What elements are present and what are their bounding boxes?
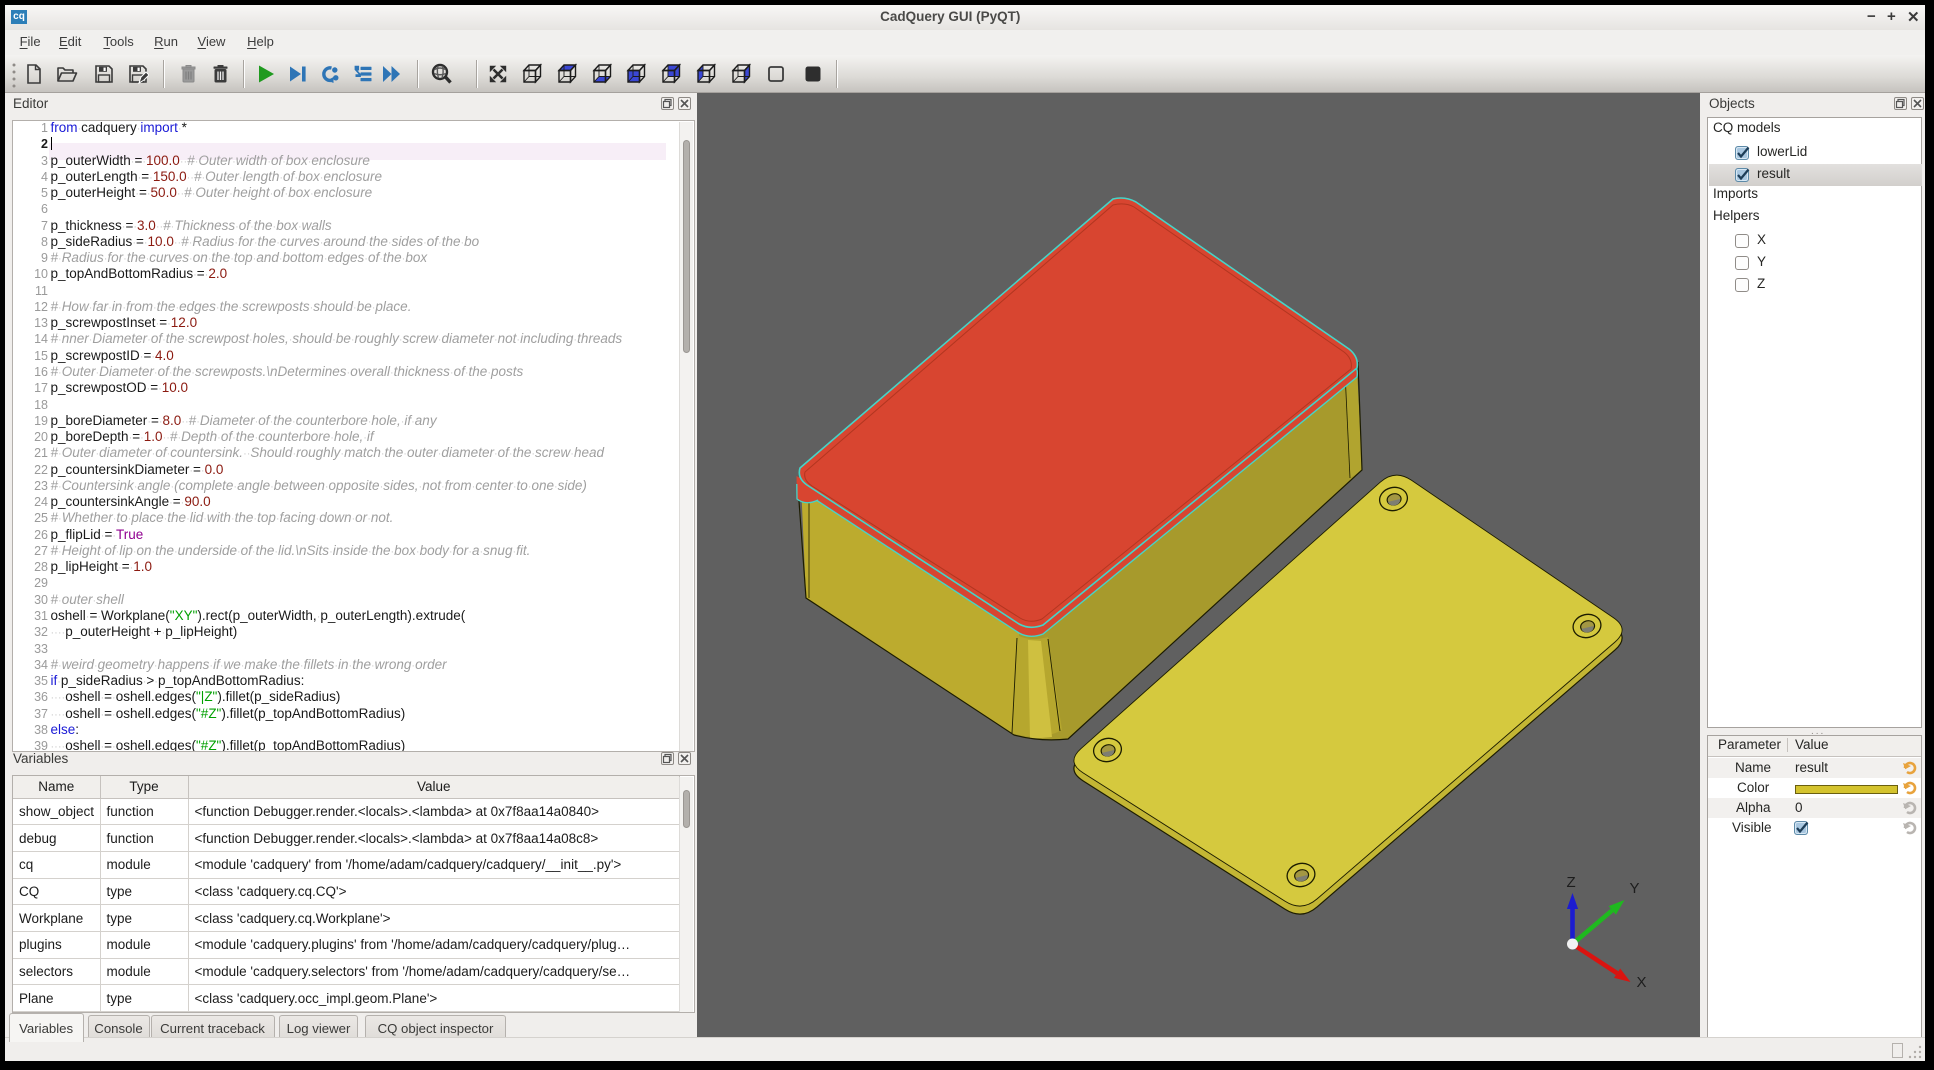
svg-text:X: X: [1637, 974, 1647, 991]
svg-text:Y: Y: [1630, 880, 1640, 897]
svg-text:Z: Z: [1567, 874, 1576, 891]
